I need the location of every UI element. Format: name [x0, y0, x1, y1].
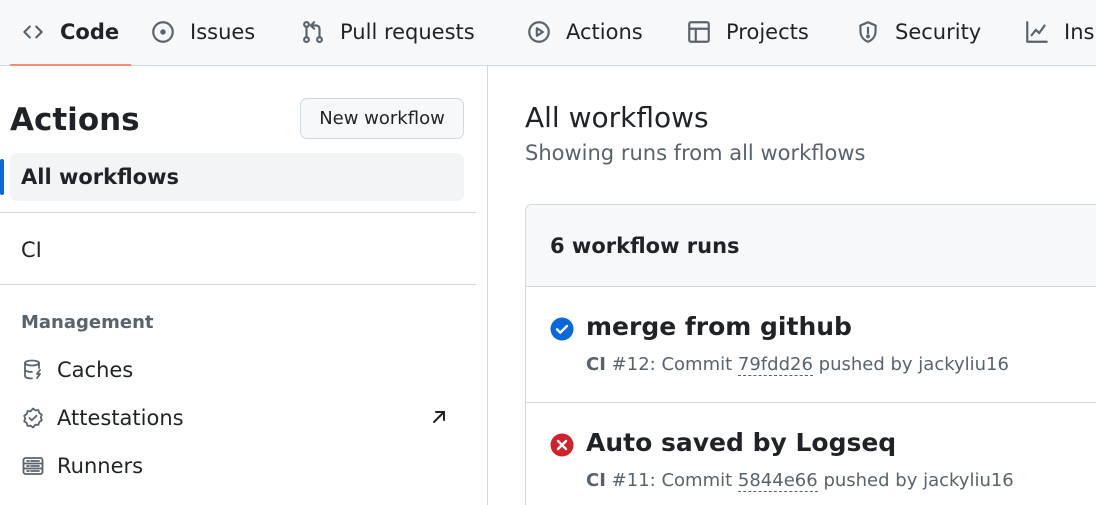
tab-insights[interactable]: Ins [1024, 0, 1094, 64]
run-event: Commit [661, 354, 733, 375]
run-actor: pushed by jackyliu16 [818, 354, 1009, 375]
tab-actions[interactable]: Actions [526, 0, 643, 64]
selected-indicator [0, 159, 4, 195]
commit-sha-link[interactable]: 79fdd26 [737, 354, 813, 376]
run-workflow-name: CI [586, 470, 606, 491]
git-pull-request-icon [303, 20, 323, 44]
code-icon [23, 25, 43, 39]
tab-code[interactable]: Code [10, 0, 132, 66]
sidebar-item-caches[interactable]: Caches [21, 355, 133, 385]
verified-icon [23, 407, 43, 429]
tab-label: Actions [566, 20, 643, 44]
link-external-icon [433, 411, 445, 423]
tab-projects[interactable]: Projects [686, 0, 809, 64]
run-meta: CI #11: Commit 5844e66 pushed by jackyli… [586, 470, 1014, 492]
run-meta: CI #12: Commit 79fdd26 pushed by jackyli… [586, 354, 1009, 376]
check-circle-icon [550, 317, 574, 341]
workflow-run-row[interactable]: merge from github CI #12: Commit 79fdd26… [526, 287, 1096, 403]
play-icon [528, 21, 550, 43]
actions-sidebar: Actions New workflow All workflows CI Ma… [0, 66, 488, 505]
x-circle-icon [550, 433, 574, 457]
divider [0, 284, 476, 285]
run-workflow-name: CI [586, 354, 606, 375]
tab-label: Code [60, 20, 120, 44]
tab-label: Pull requests [340, 20, 475, 44]
sidebar-title: Actions [10, 102, 140, 138]
sidebar-item-runners[interactable]: Runners [21, 451, 143, 481]
workflow-run-row[interactable]: Auto saved by Logseq CI #11: Commit 5844… [526, 403, 1096, 505]
tab-label: Security [895, 20, 982, 44]
sidebar-item-label: Caches [57, 358, 134, 382]
tab-pull-requests[interactable]: Pull requests [300, 0, 475, 64]
table-icon [688, 21, 710, 43]
run-title[interactable]: Auto saved by Logseq [586, 428, 896, 457]
divider [0, 212, 476, 213]
runs-header: 6 workflow runs [526, 205, 1096, 287]
run-event: Commit [661, 470, 733, 491]
graph-icon [1026, 21, 1048, 43]
run-title[interactable]: merge from github [586, 312, 852, 341]
sidebar-item-label: Attestations [57, 406, 184, 430]
tab-security[interactable]: Security [855, 0, 981, 64]
repo-nav: Code Issues Pull requests Actions Projec… [0, 0, 1096, 66]
management-heading: Management [21, 312, 154, 333]
issue-opened-icon [152, 21, 174, 43]
tab-label: Projects [726, 20, 809, 44]
shield-icon [859, 21, 877, 43]
tab-issues[interactable]: Issues [150, 0, 255, 64]
workflow-runs-box: 6 workflow runs merge from github CI #12… [525, 204, 1096, 505]
server-icon [22, 457, 44, 475]
page-subtitle: Showing runs from all workflows [525, 141, 866, 165]
new-workflow-button[interactable]: New workflow [300, 98, 464, 139]
sidebar-item-attestations[interactable]: Attestations [21, 403, 184, 433]
sidebar-item-ci[interactable]: CI [21, 238, 42, 262]
tab-label: Issues [190, 20, 256, 44]
run-number: #11 [611, 470, 650, 491]
sidebar-item-label: All workflows [21, 165, 180, 189]
sidebar-item-all-workflows[interactable]: All workflows [0, 153, 464, 201]
run-number: #12 [611, 354, 650, 375]
tab-label: Ins [1064, 20, 1095, 44]
run-actor: pushed by jackyliu16 [823, 470, 1014, 491]
page-title: All workflows [525, 101, 709, 134]
database-icon [24, 359, 41, 380]
runs-count: 6 workflow runs [550, 234, 740, 258]
sidebar-item-label: Runners [57, 454, 144, 478]
commit-sha-link[interactable]: 5844e66 [737, 470, 818, 492]
